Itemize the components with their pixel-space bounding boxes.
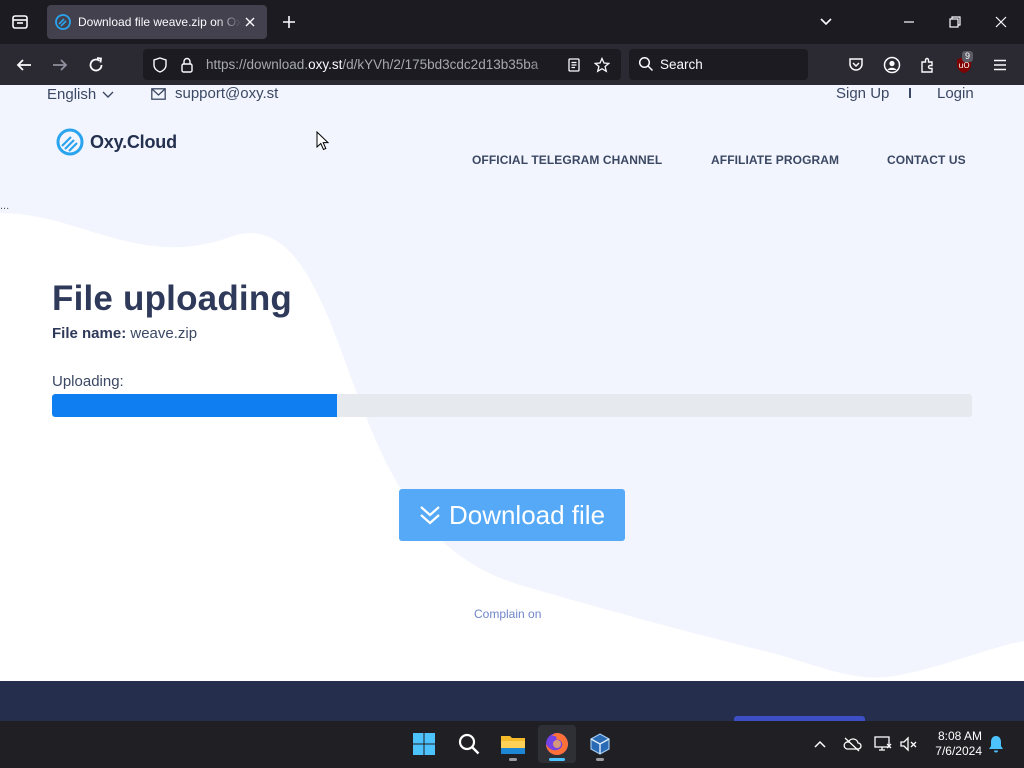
chevron-down-icon [102,91,114,98]
bookmark-star-icon[interactable] [593,56,611,74]
active-tab[interactable]: Download file weave.zip on Oxy.Cloud [47,5,267,39]
double-chevron-down-icon [420,506,440,525]
complain-link[interactable]: Complain on [474,607,541,621]
nav-affiliate-program[interactable]: AFFILIATE PROGRAM [711,153,839,167]
language-label: English [47,86,97,103]
network-icon[interactable] [873,734,893,754]
svg-text:uO: uO [958,61,969,70]
notification-bell-icon[interactable] [986,734,1006,754]
clock-time: 8:08 AM [937,729,982,743]
login-link[interactable]: Login [937,85,974,102]
firefox-icon[interactable] [538,725,576,763]
windows-taskbar: 8:08 AM 7/6/2024 [0,721,1024,768]
file-name-value: weave.zip [130,325,198,342]
tray-chevron-up-icon[interactable] [810,734,830,754]
restore-icon[interactable] [945,12,965,32]
topbar-divider [909,88,911,98]
reader-view-icon[interactable] [565,56,583,74]
hamburger-menu-icon[interactable] [989,54,1011,76]
oxy-cloud-logo-icon [56,128,84,156]
language-selector[interactable]: English [47,86,114,103]
search-placeholder: Search [660,57,703,72]
nav-contact-us[interactable]: CONTACT US [887,153,966,167]
download-file-button[interactable]: Download file [399,489,625,541]
page-title: File uploading [52,279,293,318]
onedrive-offline-icon[interactable] [842,734,862,754]
envelope-icon [151,87,166,100]
new-tab-icon[interactable] [279,12,299,32]
close-window-icon[interactable] [991,12,1011,32]
support-email: support@oxy.st [175,85,279,102]
uploading-label: Uploading: [52,373,124,390]
lock-icon[interactable] [178,56,196,74]
file-name-label: File name: [52,325,127,342]
tab-title: Download file weave.zip on Oxy.Cloud [78,15,241,29]
browser-tab-bar: Download file weave.zip on Oxy.Cloud [0,0,1024,44]
forward-icon[interactable] [49,54,71,76]
tab-list-icon[interactable] [8,10,32,34]
clock-date: 7/6/2024 [935,744,982,758]
firefox-active-indicator [549,758,565,761]
search-input[interactable]: Search [629,49,808,80]
browser-nav-bar: https://download.oxy.st/d/kYVh/2/175bd3c… [0,44,1024,85]
logo-text: Oxy.Cloud [90,131,177,152]
volume-muted-icon[interactable] [899,734,919,754]
url-text[interactable]: https://download.oxy.st/d/kYVh/2/175bd3c… [206,57,558,72]
file-name-row: File name: weave.zip [52,325,197,342]
virtualbox-running-indicator [596,758,604,761]
upload-progress-fill [52,394,338,417]
address-bar[interactable]: https://download.oxy.st/d/kYVh/2/175bd3c… [143,49,621,80]
file-explorer-icon[interactable] [494,725,532,763]
back-icon[interactable] [13,54,35,76]
oxy-cloud-favicon [55,14,71,30]
search-icon [638,56,654,77]
virtualbox-icon[interactable] [581,725,619,763]
web-page: English support@oxy.st Sign Up Login Oxy… [0,85,1024,721]
mouse-cursor-icon [316,131,330,151]
nav-telegram-channel[interactable]: OFFICIAL TELEGRAM CHANNEL [472,153,662,167]
extensions-puzzle-icon[interactable] [917,54,939,76]
taskbar-search-icon[interactable] [450,725,488,763]
close-tab-icon[interactable] [241,13,259,31]
oxy-cloud-logo[interactable]: Oxy.Cloud [56,128,177,156]
explorer-running-indicator [509,758,517,761]
pocket-icon[interactable] [845,54,867,76]
ellipsis-text: ... [0,200,10,212]
support-email-link[interactable]: support@oxy.st [151,85,278,102]
sign-up-link[interactable]: Sign Up [836,85,889,102]
upload-progress-bar [52,394,972,417]
shield-icon[interactable] [151,56,169,74]
tab-overflow-chevron-icon[interactable] [816,12,836,32]
download-button-label: Download file [448,499,606,530]
account-icon[interactable] [881,54,903,76]
reload-icon[interactable] [85,54,107,76]
page-footer [0,681,1024,721]
taskbar-clock[interactable]: 8:08 AM 7/6/2024 [922,729,982,759]
start-icon[interactable] [405,725,443,763]
minimize-icon[interactable] [899,12,919,32]
extension-badge-count: 9 [962,51,974,62]
